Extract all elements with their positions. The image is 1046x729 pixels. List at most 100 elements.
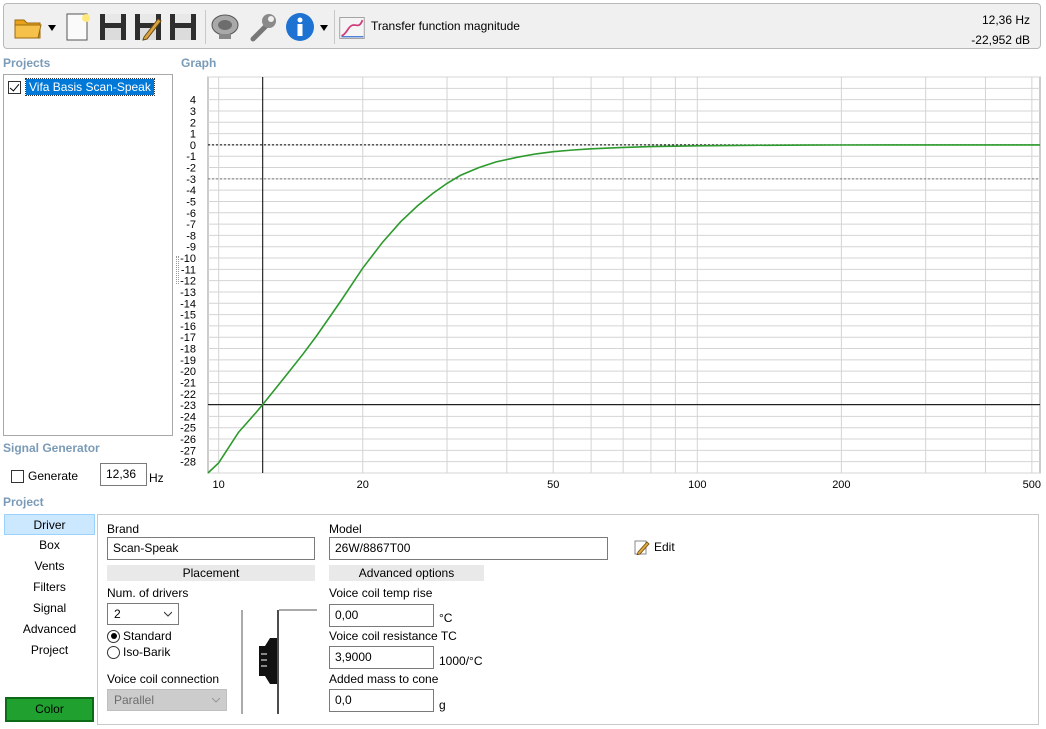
project-title: Project [3, 495, 44, 509]
radio-standard[interactable]: Standard [107, 629, 172, 643]
temp-rise-label: Voice coil temp rise [329, 586, 433, 600]
y-tick-label: -4 [186, 185, 196, 197]
generate-checkbox-row[interactable]: Generate [11, 469, 78, 483]
resistance-tc-unit: 1000/°C [439, 654, 483, 668]
speaker-icon[interactable] [209, 11, 241, 43]
tab-filters[interactable]: Filters [4, 577, 95, 598]
y-tick-label: -17 [180, 332, 196, 344]
model-input[interactable]: 26W/8867T00 [329, 537, 608, 560]
num-drivers-value: 2 [114, 607, 121, 621]
new-document-icon[interactable] [62, 11, 94, 43]
temp-rise-input[interactable]: 0,00 [329, 604, 434, 627]
y-tick-label: 0 [190, 140, 196, 152]
y-tick-label: 1 [190, 129, 196, 141]
generate-label: Generate [28, 469, 79, 483]
graph-icon[interactable] [338, 14, 366, 42]
project-list-item[interactable]: Vifa Basis Scan-Speak [8, 78, 155, 96]
x-tick-label: 100 [688, 479, 706, 491]
project-checkbox[interactable] [8, 80, 21, 94]
signal-generator-title: Signal Generator [3, 441, 100, 455]
chevron-down-icon [164, 611, 172, 617]
y-tick-label: -7 [186, 219, 196, 231]
y-tick-label: 2 [190, 117, 196, 129]
x-tick-label: 10 [213, 479, 225, 491]
voice-coil-connection-label: Voice coil connection [107, 672, 220, 686]
placement-header: Placement [107, 565, 315, 581]
tab-signal[interactable]: Signal [4, 598, 95, 619]
y-tick-label: -18 [180, 344, 196, 356]
settings-wrench-icon[interactable] [247, 11, 279, 43]
tab-project[interactable]: Project [4, 640, 95, 661]
toolbar: Transfer function magnitude 12,36 Hz -22… [3, 3, 1041, 49]
readout-level: -22,952 dB [971, 33, 1030, 47]
y-tick-label: -13 [180, 287, 196, 299]
y-tick-label: -15 [180, 310, 196, 322]
frequency-response-graph[interactable]: 43210-1-2-3-4-5-6-7-8-9-10-11-12-13-14-1… [175, 72, 1041, 494]
y-tick-label: -9 [186, 242, 196, 254]
y-tick-label: -6 [186, 208, 196, 220]
y-tick-label: -5 [186, 196, 196, 208]
y-tick-label: -10 [180, 253, 196, 265]
radio-isobarik-button[interactable] [107, 645, 120, 659]
tab-driver[interactable]: Driver [4, 514, 95, 535]
radio-isobarik-label: Iso-Barik [123, 645, 171, 659]
brand-label: Brand [107, 522, 140, 536]
tab-box[interactable]: Box [4, 535, 95, 556]
info-dropdown-icon[interactable] [320, 25, 328, 31]
generator-frequency-input[interactable]: 12,36 [100, 463, 147, 486]
graph-title: Graph [181, 56, 217, 70]
save-icon[interactable] [97, 11, 129, 43]
color-button[interactable]: Color [5, 697, 94, 722]
toolbar-separator [334, 10, 335, 44]
added-mass-unit: g [439, 698, 446, 712]
voice-coil-connection-select: Parallel [107, 689, 227, 711]
x-tick-label: 20 [357, 479, 369, 491]
y-tick-label: -2 [186, 163, 196, 175]
edit-pencil-icon [634, 540, 650, 555]
driver-panel: Brand Scan-Speak Model 26W/8867T00 Edit … [97, 514, 1039, 725]
temp-rise-unit: °C [439, 611, 453, 625]
tab-advanced[interactable]: Advanced [4, 619, 95, 640]
y-tick-label: 4 [190, 95, 196, 107]
open-dropdown-icon[interactable] [48, 25, 56, 31]
brand-input[interactable]: Scan-Speak [107, 537, 315, 560]
edit-button[interactable]: Edit [634, 539, 675, 555]
x-tick-label: 500 [1023, 479, 1041, 491]
toolbar-separator [205, 10, 206, 44]
readout-frequency: 12,36 Hz [981, 13, 1030, 27]
y-tick-label: -16 [180, 321, 196, 333]
project-tabs: Driver Box Vents Filters Signal Advanced… [4, 514, 95, 661]
y-tick-label: -28 [180, 457, 196, 469]
added-mass-input[interactable]: 0,0 [329, 689, 434, 712]
voice-coil-connection-value: Parallel [114, 693, 155, 707]
model-label: Model [329, 522, 362, 536]
project-item-label: Vifa Basis Scan-Speak [25, 78, 155, 96]
resistance-tc-input[interactable]: 3,9000 [329, 646, 434, 669]
num-drivers-select[interactable]: 2 [107, 603, 179, 625]
radio-isobarik[interactable]: Iso-Barik [107, 645, 170, 659]
resistance-tc-label: Voice coil resistance TC [329, 629, 457, 643]
tab-vents[interactable]: Vents [4, 556, 95, 577]
radio-standard-label: Standard [123, 629, 172, 643]
y-tick-label: -21 [180, 377, 196, 389]
y-tick-label: -26 [180, 434, 196, 446]
save-all-icon[interactable] [167, 11, 199, 43]
open-folder-icon[interactable] [12, 11, 44, 43]
y-tick-label: -27 [180, 445, 196, 457]
added-mass-label: Added mass to cone [329, 672, 439, 686]
info-icon[interactable] [284, 11, 316, 43]
generate-checkbox[interactable] [11, 469, 24, 483]
x-tick-label: 50 [547, 479, 559, 491]
cursor-readout: 12,36 Hz -22,952 dB [971, 10, 1030, 50]
y-tick-label: -14 [180, 298, 196, 310]
projects-list[interactable]: Vifa Basis Scan-Speak [3, 74, 173, 436]
radio-standard-button[interactable] [107, 629, 120, 643]
graph-type-title: Transfer function magnitude [371, 19, 520, 33]
y-tick-label: -1 [186, 151, 196, 163]
generator-frequency-unit: Hz [149, 471, 164, 485]
plot-area [207, 76, 1041, 474]
driver-placement-diagram [241, 609, 317, 714]
save-as-icon[interactable] [132, 11, 164, 43]
y-tick-label: -24 [180, 411, 196, 423]
y-tick-label: -22 [180, 389, 196, 401]
